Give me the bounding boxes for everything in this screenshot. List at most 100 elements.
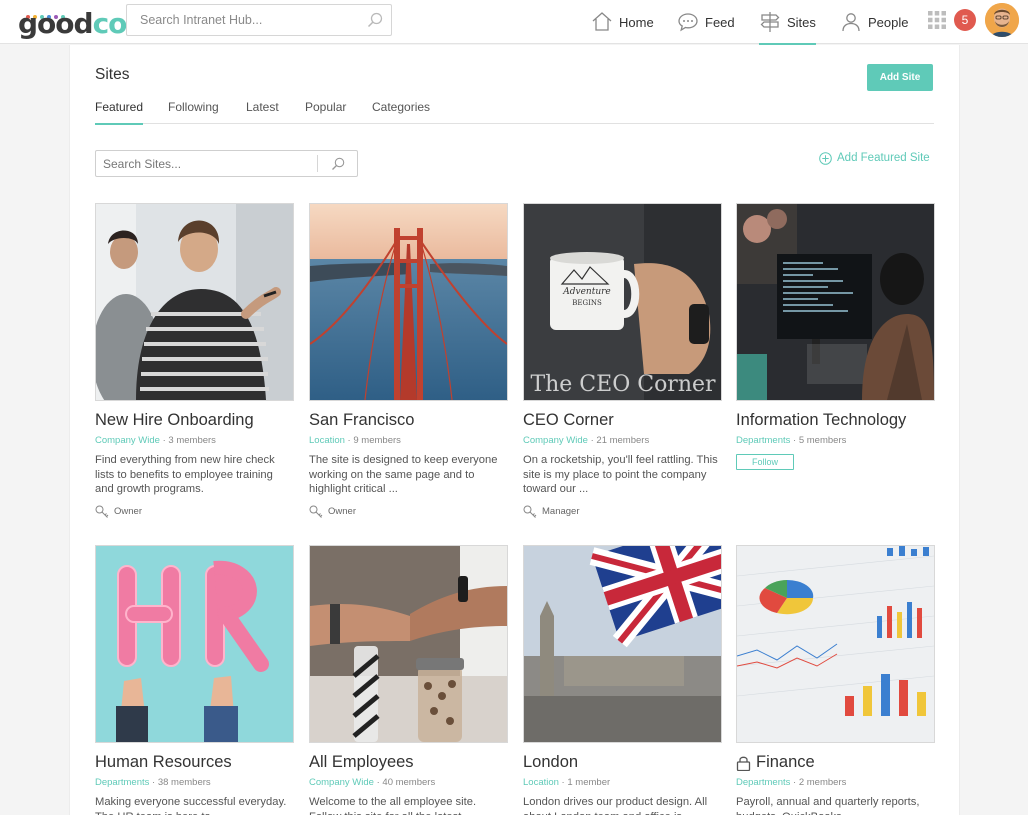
site-meta: Company Wide · 21 members xyxy=(523,435,650,446)
site-image-golden-gate[interactable] xyxy=(309,203,508,401)
site-card[interactable]: All Employees Company Wide · 40 members … xyxy=(309,545,508,815)
site-name[interactable]: San Francisco xyxy=(309,411,508,430)
logo-text-accent: co xyxy=(92,7,128,40)
site-role-label: Manager xyxy=(542,506,580,517)
site-members: 9 members xyxy=(353,435,401,446)
search-icon[interactable] xyxy=(367,12,383,28)
site-name[interactable]: All Employees xyxy=(309,753,508,772)
nav-people[interactable]: People xyxy=(840,0,908,44)
site-category[interactable]: Company Wide xyxy=(309,777,374,788)
intranet-search xyxy=(126,4,392,36)
add-featured-site-link[interactable]: Add Featured Site xyxy=(819,150,930,166)
site-category[interactable]: Company Wide xyxy=(95,435,160,446)
key-icon xyxy=(309,505,323,518)
tab-latest[interactable]: Latest xyxy=(246,100,279,124)
site-image-ceo-mug[interactable]: Adventure BEGINS The CEO Corner xyxy=(523,203,722,401)
signpost-icon xyxy=(760,12,780,32)
site-image-whiteboard[interactable] xyxy=(95,203,294,401)
site-description: Welcome to the all employee site. Follow… xyxy=(309,796,477,815)
nav-feed[interactable]: Feed xyxy=(677,0,735,44)
user-avatar[interactable] xyxy=(985,3,1019,37)
site-members: 5 members xyxy=(798,435,847,446)
site-role: Owner xyxy=(95,505,294,518)
search-divider xyxy=(317,155,318,172)
site-meta: Company Wide · 40 members xyxy=(309,777,436,788)
apps-grid-icon[interactable] xyxy=(928,11,946,29)
site-card[interactable]: Adventure BEGINS The CEO Corner CEO Corn… xyxy=(523,203,722,518)
site-members: 3 members xyxy=(168,435,216,446)
site-name[interactable]: Finance xyxy=(736,753,935,772)
ceo-corner-caption: The CEO Corner xyxy=(530,372,716,397)
home-icon xyxy=(592,12,612,31)
search-icon[interactable] xyxy=(331,157,345,171)
site-card[interactable]: New Hire Onboarding Company Wide · 3 mem… xyxy=(95,203,294,518)
site-description: London drives our product design. All ab… xyxy=(523,796,708,815)
key-icon xyxy=(95,505,109,518)
site-role-label: Owner xyxy=(328,506,356,517)
tab-popular[interactable]: Popular xyxy=(305,100,346,124)
nav-people-label: People xyxy=(868,14,909,30)
sites-search-input[interactable] xyxy=(96,151,316,176)
logo-text-main: good xyxy=(18,7,94,40)
site-image-union-jack[interactable] xyxy=(523,545,722,743)
site-description: The site is designed to keep everyone wo… xyxy=(309,454,498,496)
site-card[interactable]: Finance Departments · 2 members Payroll,… xyxy=(736,545,935,815)
site-name[interactable]: Information Technology xyxy=(736,411,935,430)
site-meta: Company Wide · 3 members xyxy=(95,435,216,446)
add-featured-label: Add Featured Site xyxy=(837,152,930,164)
site-category[interactable]: Location xyxy=(523,777,559,788)
site-meta: Departments · 38 members xyxy=(95,777,211,788)
notification-badge[interactable]: 5 xyxy=(954,9,976,31)
site-category[interactable]: Company Wide xyxy=(523,435,588,446)
site-name[interactable]: CEO Corner xyxy=(523,411,722,430)
person-icon xyxy=(842,13,860,32)
site-category[interactable]: Departments xyxy=(736,435,790,446)
site-name[interactable]: New Hire Onboarding xyxy=(95,411,294,430)
site-card[interactable]: Information Technology Departments · 5 m… xyxy=(736,203,935,470)
site-image-computer-desk[interactable] xyxy=(736,203,935,401)
site-members: 38 members xyxy=(157,777,211,788)
site-members: 40 members xyxy=(382,777,436,788)
site-description: Making everyone successful everyday. The… xyxy=(95,796,287,815)
tab-following[interactable]: Following xyxy=(168,100,219,124)
site-card[interactable]: San Francisco Location · 9 members The s… xyxy=(309,203,508,518)
site-members: 2 members xyxy=(798,777,847,788)
nav-home[interactable]: Home xyxy=(591,0,654,44)
nav-sites[interactable]: Sites xyxy=(759,0,816,45)
site-name[interactable]: London xyxy=(523,753,722,772)
site-members: 1 member xyxy=(567,777,611,788)
site-role-label: Owner xyxy=(114,506,142,517)
site-image-charts[interactable] xyxy=(736,545,935,743)
site-category[interactable]: Location xyxy=(309,435,345,446)
site-name[interactable]: Human Resources xyxy=(95,753,294,772)
site-card[interactable]: London Location · 1 member London drives… xyxy=(523,545,722,815)
site-image-hr-balloons[interactable]: HR xyxy=(95,545,294,743)
lock-icon xyxy=(736,756,751,771)
site-card[interactable]: HR Human Resources Departments · 38 memb… xyxy=(95,545,294,815)
site-meta: Location · 9 members xyxy=(309,435,401,446)
tab-featured[interactable]: Featured xyxy=(95,100,144,125)
site-category[interactable]: Departments xyxy=(736,777,790,788)
logo-text: goodco xyxy=(18,7,128,40)
goodco-logo[interactable]: goodco xyxy=(18,4,127,40)
site-meta: Location · 1 member xyxy=(523,777,611,788)
site-meta: Departments · 2 members xyxy=(736,777,847,788)
tab-categories[interactable]: Categories xyxy=(372,100,430,124)
intranet-search-input[interactable] xyxy=(127,5,357,35)
site-role: Owner xyxy=(309,505,508,518)
sites-search xyxy=(95,150,358,177)
nav-feed-label: Feed xyxy=(705,14,735,30)
page-title: Sites xyxy=(95,66,130,83)
site-role: Manager xyxy=(523,505,722,518)
nav-home-label: Home xyxy=(619,14,654,30)
follow-button[interactable]: Follow xyxy=(736,454,794,470)
nav-sites-label: Sites xyxy=(787,14,816,30)
add-site-button[interactable]: Add Site xyxy=(867,64,933,91)
site-members: 21 members xyxy=(596,435,650,446)
site-image-fist-bump[interactable] xyxy=(309,545,508,743)
sites-panel: Sites Add Site Featured Following Latest… xyxy=(69,45,960,815)
mug-text: Adventure xyxy=(562,287,611,297)
sites-tabs: Featured Following Latest Popular Catego… xyxy=(95,100,934,125)
chat-bubble-icon xyxy=(678,13,698,32)
site-category[interactable]: Departments xyxy=(95,777,149,788)
